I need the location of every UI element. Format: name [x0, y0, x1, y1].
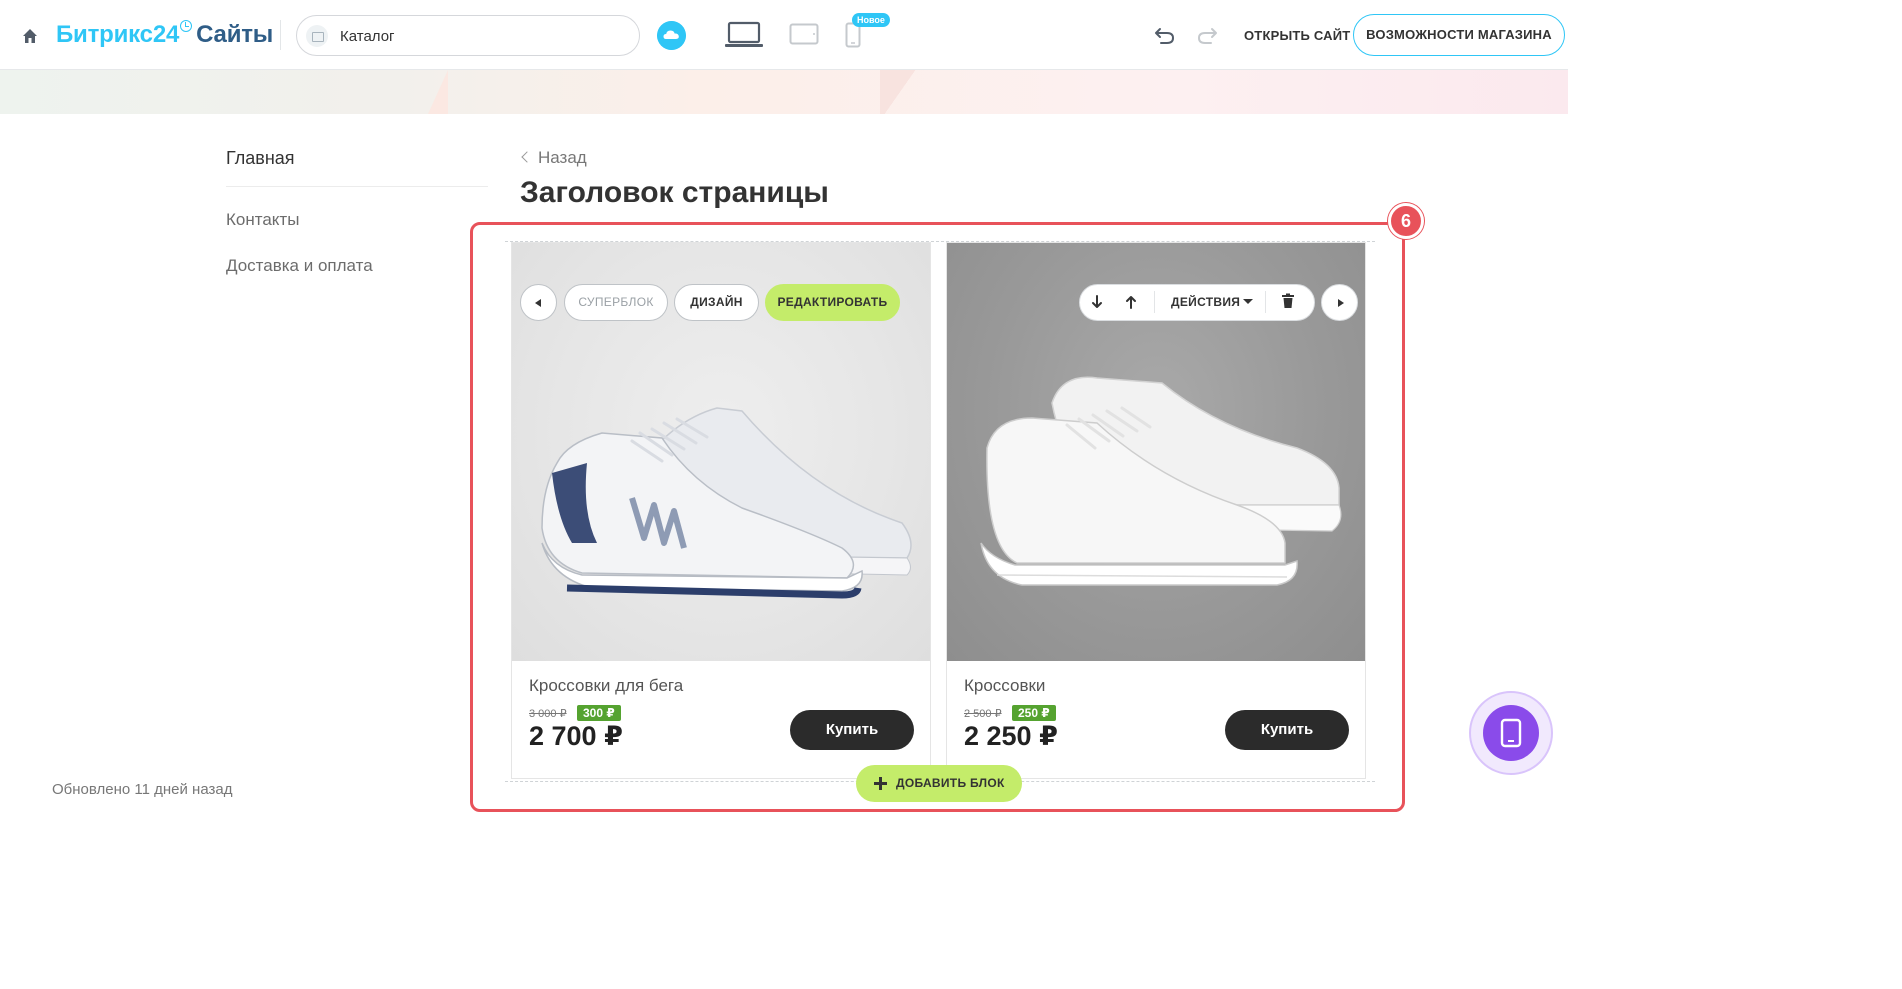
menu-item-contacts[interactable]: Контакты: [226, 210, 299, 230]
shop-features-button[interactable]: ВОЗМОЖНОСТИ МАГАЗИНА: [1353, 14, 1565, 56]
site-banner: [0, 70, 1568, 114]
divider: [280, 20, 281, 50]
logo-bitrix: Битрикс24: [56, 21, 180, 48]
highlight-frame: [470, 222, 1405, 812]
updated-status: Обновлено 11 дней назад: [52, 781, 233, 798]
step-number-badge: 6: [1388, 203, 1424, 239]
new-badge: Новое: [852, 13, 890, 27]
cloud-icon[interactable]: [657, 21, 686, 50]
page-selector-label: Каталог: [340, 28, 395, 45]
menu-item-home[interactable]: Главная: [226, 148, 295, 169]
logo[interactable]: Битрикс24 Сайты: [56, 20, 274, 49]
chevron-left-icon: [521, 151, 533, 163]
redo-icon[interactable]: [1196, 25, 1218, 45]
undo-icon[interactable]: [1154, 25, 1176, 45]
menu-item-delivery[interactable]: Доставка и оплата: [226, 256, 373, 276]
page-thumbnail-icon: [306, 25, 328, 47]
page-title: Заголовок страницы: [520, 176, 829, 209]
home-icon[interactable]: [20, 26, 40, 46]
banner-decoration: [428, 70, 448, 114]
back-label: Назад: [538, 148, 587, 167]
logo-sites: Сайты: [196, 21, 274, 48]
mobile-preview-button[interactable]: [1483, 705, 1539, 761]
tablet-icon[interactable]: [789, 23, 819, 45]
page-selector[interactable]: Каталог: [296, 15, 640, 56]
menu-divider: [226, 186, 488, 187]
mobile-preview-icon: [1500, 718, 1522, 748]
clock-icon: [180, 20, 193, 32]
top-bar: Битрикс24 Сайты Каталог Новое ОТКРЫТЬ САЙ…: [0, 0, 1568, 70]
open-site-link[interactable]: ОТКРЫТЬ САЙТ: [1244, 28, 1350, 43]
back-link[interactable]: Назад: [520, 148, 587, 168]
banner-decoration: [880, 70, 920, 114]
laptop-icon[interactable]: [724, 21, 764, 49]
